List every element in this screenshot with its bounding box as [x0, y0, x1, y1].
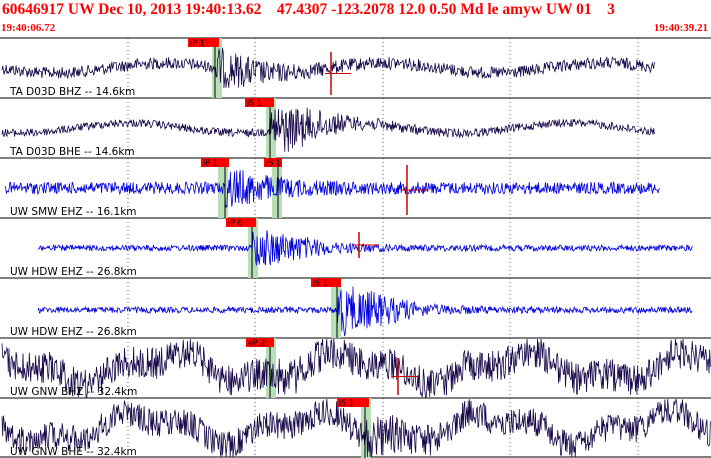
- station-channel-label: UW GNW BHE -- 32.4km: [10, 446, 137, 458]
- station-channel-label: UW HDW EHZ -- 26.8km: [10, 326, 137, 338]
- pick-flag-label: eP 2: [248, 339, 265, 348]
- seismogram-panel[interactable]: iP 1 iS 1 iP 1 iS 1 iP 0 iS 1 eP 2 iS 1 TA D03D…: [0, 0, 711, 458]
- station-channel-label: TA D03D BHZ -- 14.6km: [9, 86, 135, 98]
- pick-flag-label: iP 1: [190, 39, 205, 48]
- pick-flag-label: iP 1: [203, 159, 218, 168]
- waveform-trace[interactable]: [37, 230, 693, 266]
- waveform-trace[interactable]: [1, 47, 655, 89]
- pick-flag-label: iS 1: [313, 279, 328, 288]
- station-channel-label: UW SMW EHZ -- 16.1km: [10, 206, 137, 218]
- station-channel-label: UW HDW EHZ -- 26.8km: [10, 266, 137, 278]
- station-channel-label: TA D03D BHE -- 14.6km: [9, 146, 135, 158]
- pick-flag-label: iS 1: [247, 99, 262, 108]
- pick-flag-label: iS 1: [339, 399, 354, 408]
- waveform-trace[interactable]: [4, 170, 660, 209]
- pick-flag-label: iS 1: [266, 159, 281, 168]
- pick-flag-label: iP 0: [228, 219, 243, 228]
- station-channel-label: UW GNW BHZ -- 32.4km: [10, 386, 137, 398]
